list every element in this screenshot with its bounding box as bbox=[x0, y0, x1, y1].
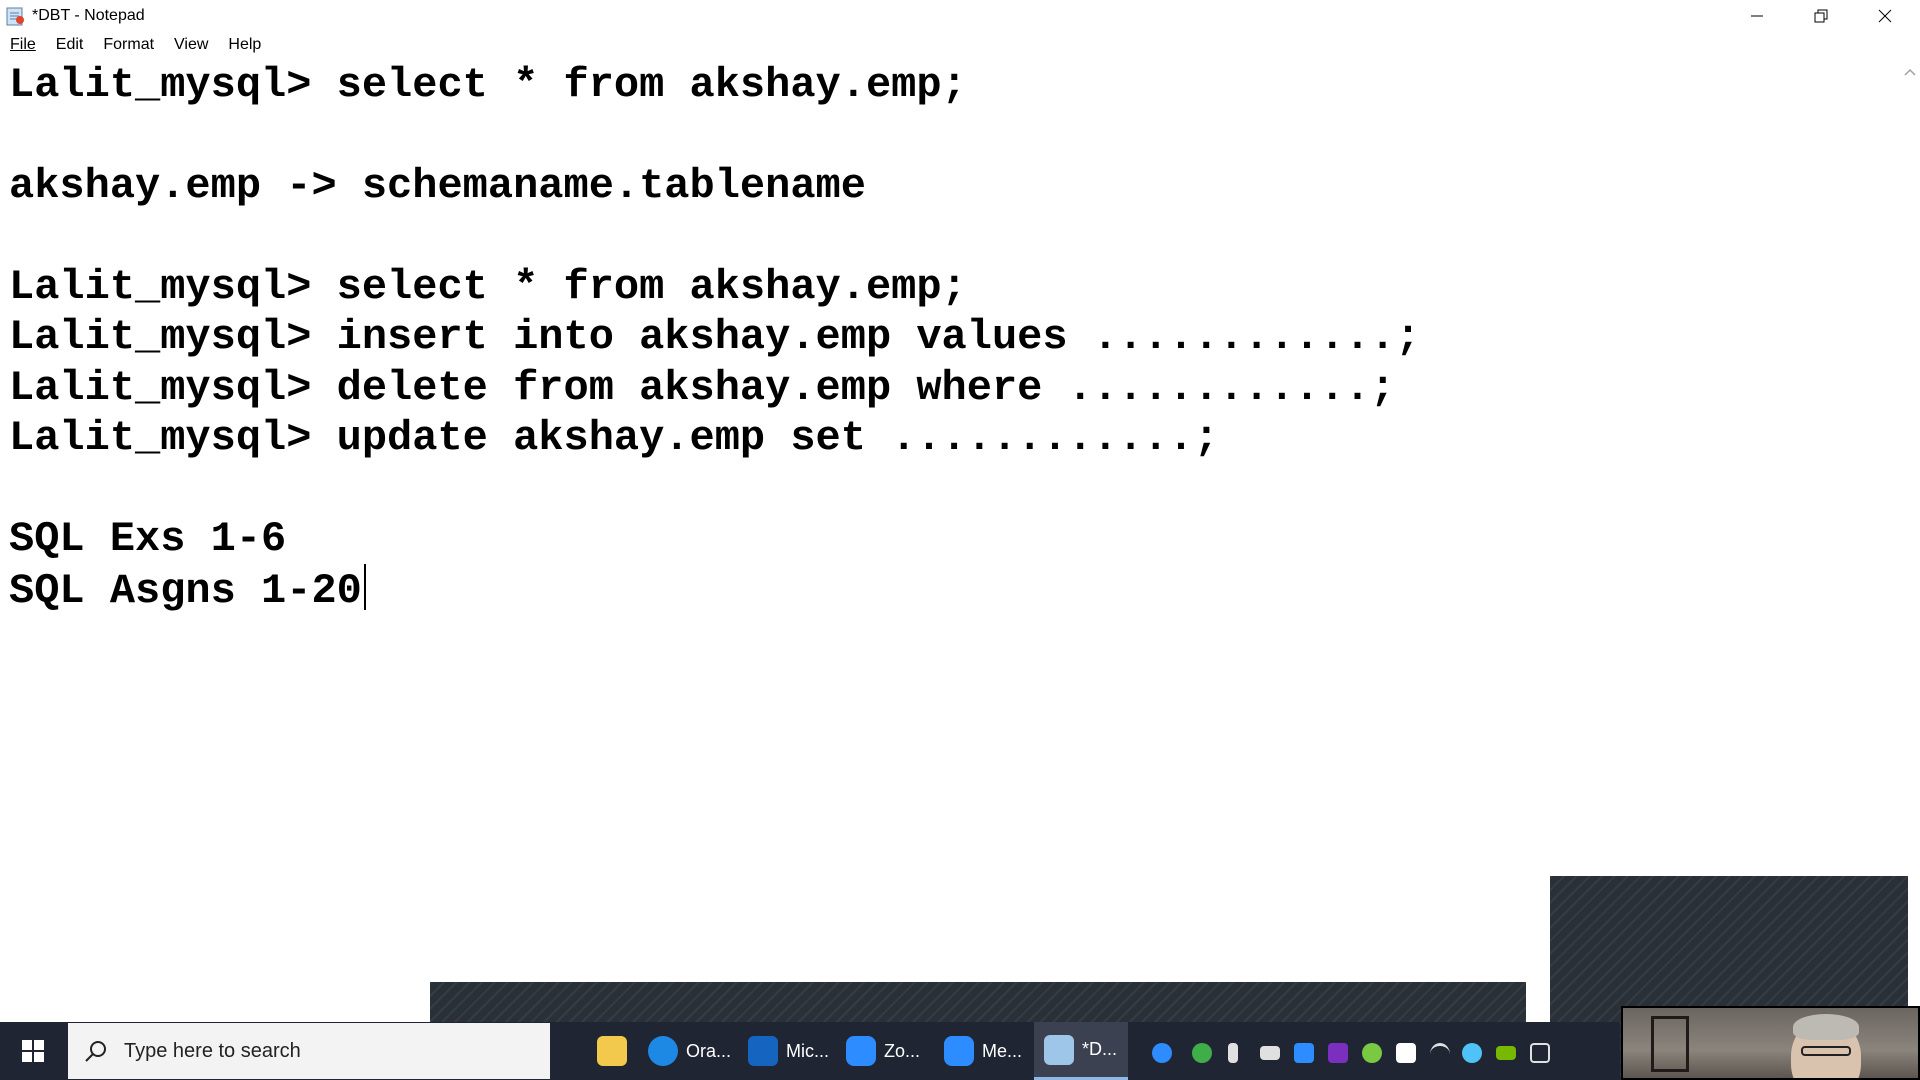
editor-line: Lalit_mysql> select * from akshay.emp; bbox=[9, 61, 967, 109]
onenote-icon[interactable] bbox=[1328, 1043, 1348, 1063]
security-icon[interactable] bbox=[1396, 1043, 1416, 1063]
edge-icon bbox=[648, 1036, 678, 1066]
notepad-icon bbox=[1044, 1034, 1074, 1065]
zoom-tray-icon[interactable] bbox=[1294, 1043, 1314, 1063]
menu-edit[interactable]: Edit bbox=[46, 34, 94, 58]
webcam-person-glasses bbox=[1801, 1046, 1851, 1056]
windows-logo-icon bbox=[22, 1040, 44, 1062]
editor-line: Lalit_mysql> update akshay.emp set .....… bbox=[9, 414, 1219, 462]
editor-line: Lalit_mysql> select * from akshay.emp; bbox=[9, 263, 967, 311]
notepad-app-icon[interactable] bbox=[6, 6, 24, 26]
update-icon[interactable] bbox=[1362, 1043, 1382, 1063]
file-explorer-icon bbox=[597, 1036, 627, 1066]
menu-view[interactable]: View bbox=[164, 34, 218, 58]
editor-line: Lalit_mysql> delete from akshay.emp wher… bbox=[9, 364, 1396, 412]
help-icon[interactable] bbox=[1152, 1043, 1172, 1063]
taskbar-search-box[interactable]: Type here to search bbox=[68, 1023, 550, 1079]
menu-format[interactable]: Format bbox=[93, 34, 164, 58]
taskbar-app-whiteboard[interactable]: Mic... bbox=[748, 1022, 836, 1080]
zoom-icon bbox=[846, 1036, 876, 1066]
taskbar-app-label: Mic... bbox=[786, 1040, 829, 1061]
search-icon bbox=[85, 1041, 106, 1062]
webcam-thumbnail bbox=[1621, 1006, 1920, 1080]
title-bar: *DBT - Notepad bbox=[0, 0, 1920, 32]
nvidia-icon[interactable] bbox=[1496, 1046, 1516, 1060]
shield-check-icon[interactable] bbox=[1192, 1043, 1212, 1063]
close-button[interactable] bbox=[1854, 0, 1916, 32]
taskbar-app-label: Zo... bbox=[884, 1040, 921, 1061]
close-icon bbox=[1878, 9, 1892, 23]
taskbar-app-zoom[interactable]: Zo... bbox=[846, 1022, 934, 1080]
editor-line-last: SQL Asgns 1-20 bbox=[9, 564, 366, 616]
whiteboard-icon bbox=[748, 1036, 778, 1066]
taskbar-app-label: *D... bbox=[1082, 1039, 1118, 1059]
restore-icon bbox=[1814, 9, 1828, 23]
taskbar-app-label: Me... bbox=[982, 1040, 1023, 1061]
minimize-button[interactable] bbox=[1726, 0, 1788, 32]
taskbar-app-file-explorer[interactable] bbox=[590, 1022, 634, 1080]
taskbar-app-edge[interactable]: Ora... bbox=[648, 1022, 736, 1080]
webcam-background-frame bbox=[1651, 1016, 1689, 1072]
zoom-meeting-icon bbox=[944, 1036, 974, 1066]
taskbar-app-notepad[interactable]: *D... bbox=[1034, 1022, 1128, 1080]
editor-line: Lalit_mysql> insert into akshay.emp valu… bbox=[9, 313, 1421, 361]
menu-bar: File Edit Format View Help bbox=[0, 34, 271, 58]
text-caret bbox=[363, 564, 366, 610]
scroll-up-arrow-icon[interactable] bbox=[1904, 68, 1916, 76]
microphone-icon[interactable] bbox=[1228, 1043, 1238, 1063]
editor-line: SQL Exs 1-6 bbox=[9, 515, 287, 563]
restore-button[interactable] bbox=[1790, 0, 1852, 32]
window-title: *DBT - Notepad bbox=[32, 7, 145, 24]
menu-file[interactable]: File bbox=[0, 34, 46, 58]
start-button[interactable] bbox=[0, 1022, 66, 1080]
taskbar-app-zoom-meeting[interactable]: Me... bbox=[944, 1022, 1032, 1080]
webcam-person-hair bbox=[1793, 1014, 1859, 1040]
minimize-icon bbox=[1751, 15, 1763, 17]
search-placeholder: Type here to search bbox=[124, 1039, 301, 1062]
snowflake-icon[interactable] bbox=[1462, 1043, 1482, 1063]
editor-line-text: SQL Asgns 1-20 bbox=[9, 567, 362, 615]
screen-share-overlay bbox=[430, 982, 1526, 1024]
editor-line: akshay.emp -> schemaname.tablename bbox=[9, 162, 866, 210]
display-icon[interactable] bbox=[1530, 1043, 1550, 1063]
menu-help[interactable]: Help bbox=[218, 34, 271, 58]
taskbar-app-label: Ora... bbox=[686, 1040, 732, 1061]
wifi-icon[interactable] bbox=[1430, 1043, 1450, 1066]
keyboard-icon[interactable] bbox=[1260, 1046, 1280, 1060]
